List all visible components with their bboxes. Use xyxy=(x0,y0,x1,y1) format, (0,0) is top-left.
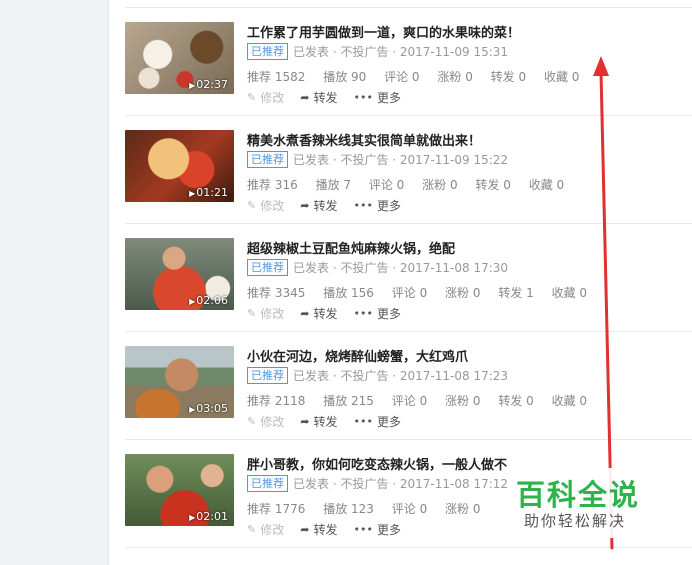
watermark-subtitle: 助你轻松解决 xyxy=(524,512,627,530)
watermark-title: 百科全说 xyxy=(516,478,641,512)
watermark: 百科全说 助你轻松解决 xyxy=(507,468,657,538)
arrow-head xyxy=(593,56,609,76)
